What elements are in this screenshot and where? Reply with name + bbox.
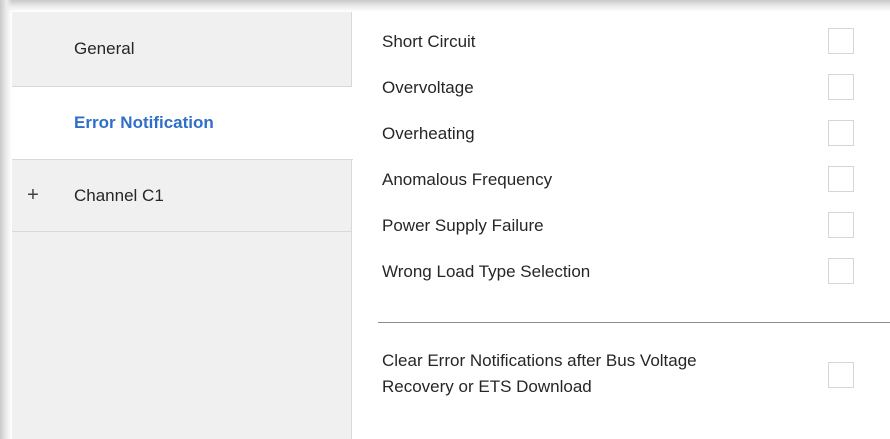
wrong-load-type-checkbox[interactable]: [828, 258, 854, 284]
option-label-line-2: Recovery or ETS Download: [382, 377, 592, 396]
sidebar-item-label: Error Notification: [74, 113, 214, 132]
option-row-wrong-load-type: Wrong Load Type Selection: [352, 252, 890, 292]
option-row-clear-notifications: Clear Error Notifications after Bus Volt…: [352, 338, 890, 408]
option-row-overheating: Overheating: [352, 114, 890, 154]
option-label: Wrong Load Type Selection: [382, 262, 591, 281]
option-label: Power Supply Failure: [382, 216, 544, 235]
clear-notifications-checkbox[interactable]: [828, 362, 854, 388]
section-divider: [378, 322, 890, 323]
power-supply-failure-checkbox[interactable]: [828, 212, 854, 238]
option-row-overvoltage: Overvoltage: [352, 68, 890, 108]
sidebar-item-general[interactable]: General: [12, 12, 352, 87]
sidebar-item-label: Channel C1: [74, 185, 164, 205]
option-label: Short Circuit: [382, 32, 476, 51]
parameter-window: General Error Notification + Channel C1 …: [0, 0, 890, 439]
expand-plus-icon[interactable]: +: [24, 184, 42, 207]
option-label-line-1: Clear Error Notifications after Bus Volt…: [382, 351, 697, 370]
sidebar-item-channel-c1[interactable]: + Channel C1: [12, 160, 352, 232]
option-row-anomalous-frequency: Anomalous Frequency: [352, 160, 890, 200]
sidebar-item-error-notification[interactable]: Error Notification: [12, 87, 353, 160]
option-label: Anomalous Frequency: [382, 170, 553, 189]
overheating-checkbox[interactable]: [828, 120, 854, 146]
window-shadow-left: [0, 0, 12, 439]
sidebar: General Error Notification + Channel C1: [12, 12, 353, 439]
option-row-short-circuit: Short Circuit: [352, 22, 890, 62]
anomalous-frequency-checkbox[interactable]: [828, 166, 854, 192]
option-label: Clear Error Notifications after Bus Volt…: [382, 348, 792, 400]
option-label: Overvoltage: [382, 78, 474, 97]
option-label: Overheating: [382, 124, 475, 143]
option-row-power-supply-failure: Power Supply Failure: [352, 206, 890, 246]
sidebar-item-label: General: [74, 39, 135, 58]
main-content: Short Circuit Overvoltage Overheating An…: [352, 12, 890, 439]
short-circuit-checkbox[interactable]: [828, 28, 854, 54]
overvoltage-checkbox[interactable]: [828, 74, 854, 100]
window-shadow-top: [0, 0, 890, 12]
